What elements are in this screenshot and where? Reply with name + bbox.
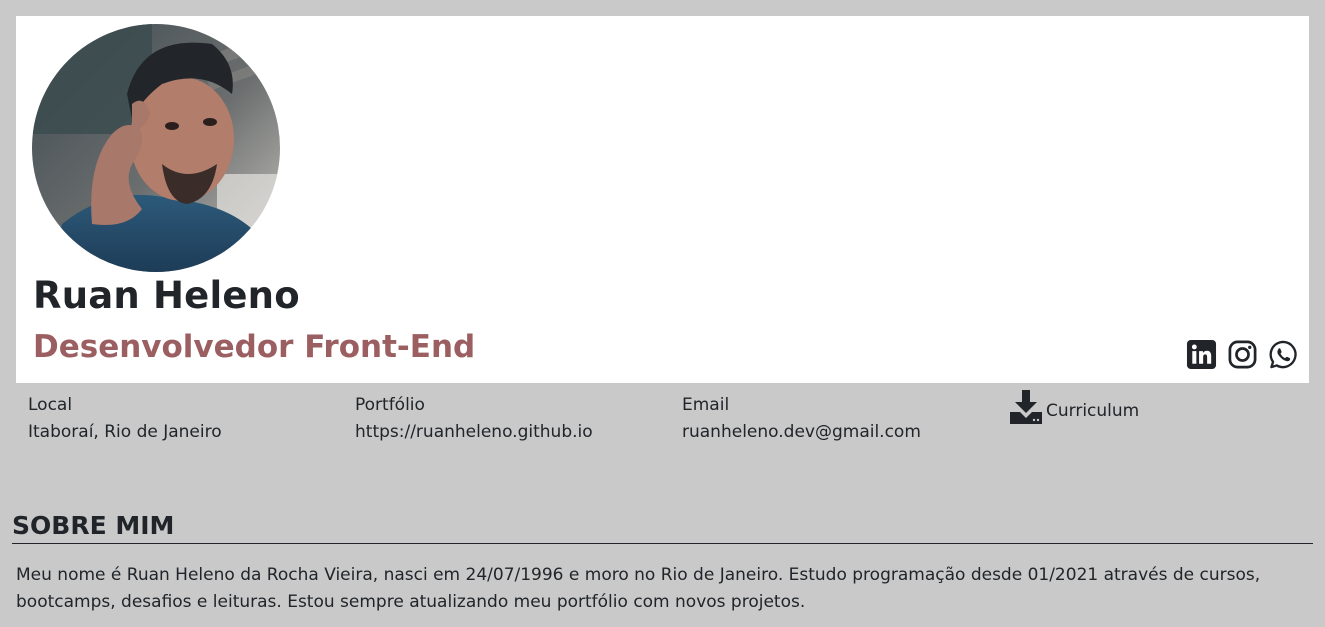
profile-name: Ruan Heleno <box>33 274 300 317</box>
portfolio-label: Portfólio <box>355 395 425 415</box>
avatar-photo <box>32 24 280 272</box>
cv-label: Curriculum <box>1046 401 1140 421</box>
info-local: Local Itaboraí, Rio de Janeiro <box>28 392 222 446</box>
download-cv-button[interactable]: Curriculum <box>1010 390 1139 424</box>
local-label: Local <box>28 395 73 415</box>
download-icon <box>1010 390 1042 424</box>
about-title: SOBRE MIM <box>12 511 175 540</box>
local-value: Itaboraí, Rio de Janeiro <box>28 422 222 442</box>
portfolio-link[interactable]: https://ruanheleno.github.io <box>355 419 593 446</box>
linkedin-icon[interactable] <box>1186 339 1217 370</box>
about-text: Meu nome é Ruan Heleno da Rocha Vieira, … <box>16 565 1261 612</box>
info-portfolio: Portfólio https://ruanheleno.github.io <box>355 392 593 446</box>
whatsapp-icon[interactable] <box>1268 339 1299 370</box>
avatar <box>32 24 280 272</box>
instagram-icon[interactable] <box>1227 339 1258 370</box>
profile-header-card: Ruan Heleno Desenvolvedor Front-End <box>16 16 1309 383</box>
info-email: Email ruanheleno.dev@gmail.com <box>682 392 921 446</box>
section-divider <box>12 543 1313 544</box>
email-link[interactable]: ruanheleno.dev@gmail.com <box>682 419 921 446</box>
profile-role: Desenvolvedor Front-End <box>33 329 476 365</box>
social-links <box>1186 339 1299 370</box>
email-label: Email <box>682 395 730 415</box>
